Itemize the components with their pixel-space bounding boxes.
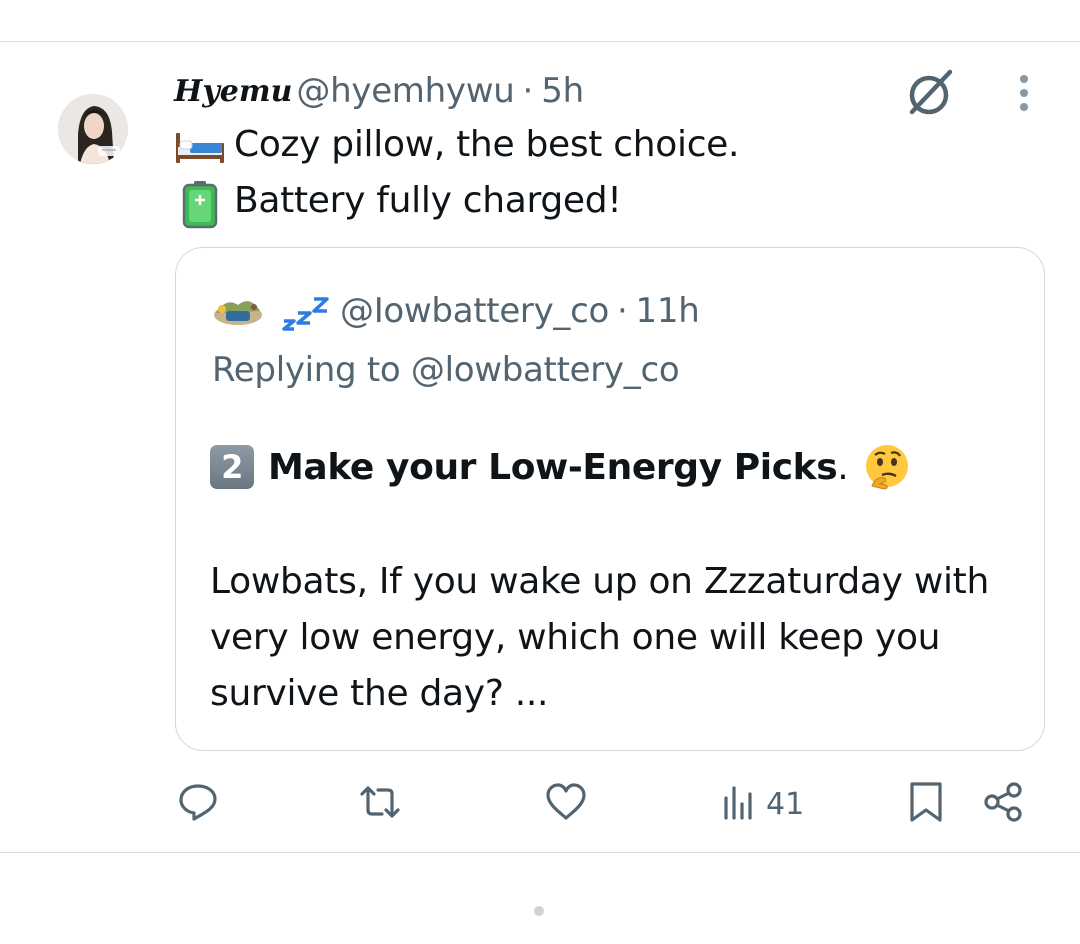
top-divider bbox=[0, 41, 1080, 42]
tweet-line-2: Battery fully charged! bbox=[174, 180, 622, 228]
like-button[interactable] bbox=[544, 780, 588, 828]
more-icon[interactable] bbox=[1006, 70, 1042, 116]
quote-title-suffix: . bbox=[837, 446, 849, 488]
bottom-divider bbox=[0, 852, 1080, 853]
display-name[interactable]: Hyemu bbox=[174, 74, 292, 109]
reply-button[interactable] bbox=[176, 780, 220, 828]
views-count: 41 bbox=[766, 786, 805, 822]
quote-body: Lowbats, If you wake up on Zzzaturday wi… bbox=[210, 561, 989, 714]
battery-emoji-icon bbox=[174, 180, 226, 228]
zzz-icon bbox=[278, 291, 330, 331]
quote-handle[interactable]: @Iowbattery_co bbox=[340, 291, 609, 331]
bookmark-button[interactable] bbox=[904, 780, 948, 828]
author-handle[interactable]: @hyemhywu bbox=[296, 71, 514, 111]
retweet-icon bbox=[358, 780, 402, 828]
replying-to[interactable]: Replying to @lowbattery_co bbox=[212, 350, 680, 390]
tweet-time[interactable]: 5h bbox=[541, 71, 584, 111]
reply-icon bbox=[176, 780, 220, 828]
author-avatar[interactable] bbox=[58, 94, 128, 164]
quote-title-bold: Make your Low-Energy Picks bbox=[268, 446, 838, 488]
keycap-two-icon: 2 bbox=[210, 445, 254, 489]
retweet-button[interactable] bbox=[358, 780, 402, 828]
tweet-line-2-text: Battery fully charged! bbox=[234, 180, 622, 221]
action-bar: 41 bbox=[0, 776, 1080, 832]
tweet-header: Hyemu @hyemhywu · 5h bbox=[174, 66, 584, 116]
quote-separator: · bbox=[617, 291, 628, 331]
grok-icon[interactable] bbox=[902, 66, 956, 120]
share-button[interactable] bbox=[982, 780, 1026, 828]
bed-emoji-icon bbox=[174, 125, 226, 165]
views-button[interactable]: 41 bbox=[718, 780, 804, 828]
tweet-line-1-text: Cozy pillow, the best choice. bbox=[234, 124, 740, 165]
heart-icon bbox=[544, 780, 588, 828]
quote-title: 2 Make your Low-Energy Picks . bbox=[210, 442, 912, 492]
quote-header: @Iowbattery_co · 11h bbox=[212, 286, 700, 336]
thinking-face-icon bbox=[862, 442, 912, 492]
views-icon bbox=[718, 780, 762, 828]
quoted-tweet-card[interactable]: @Iowbattery_co · 11h Replying to @lowbat… bbox=[175, 247, 1045, 751]
tweet-screen: Hyemu @hyemhywu · 5h Cozy pillow, the be… bbox=[0, 0, 1080, 944]
separator: · bbox=[522, 71, 534, 111]
bookmark-icon bbox=[904, 780, 948, 828]
quote-avatar-icon[interactable] bbox=[212, 291, 264, 331]
share-icon bbox=[982, 780, 1026, 828]
quote-time[interactable]: 11h bbox=[636, 291, 700, 331]
tweet-line-1: Cozy pillow, the best choice. bbox=[174, 124, 739, 165]
page-indicator-dot bbox=[534, 906, 544, 916]
